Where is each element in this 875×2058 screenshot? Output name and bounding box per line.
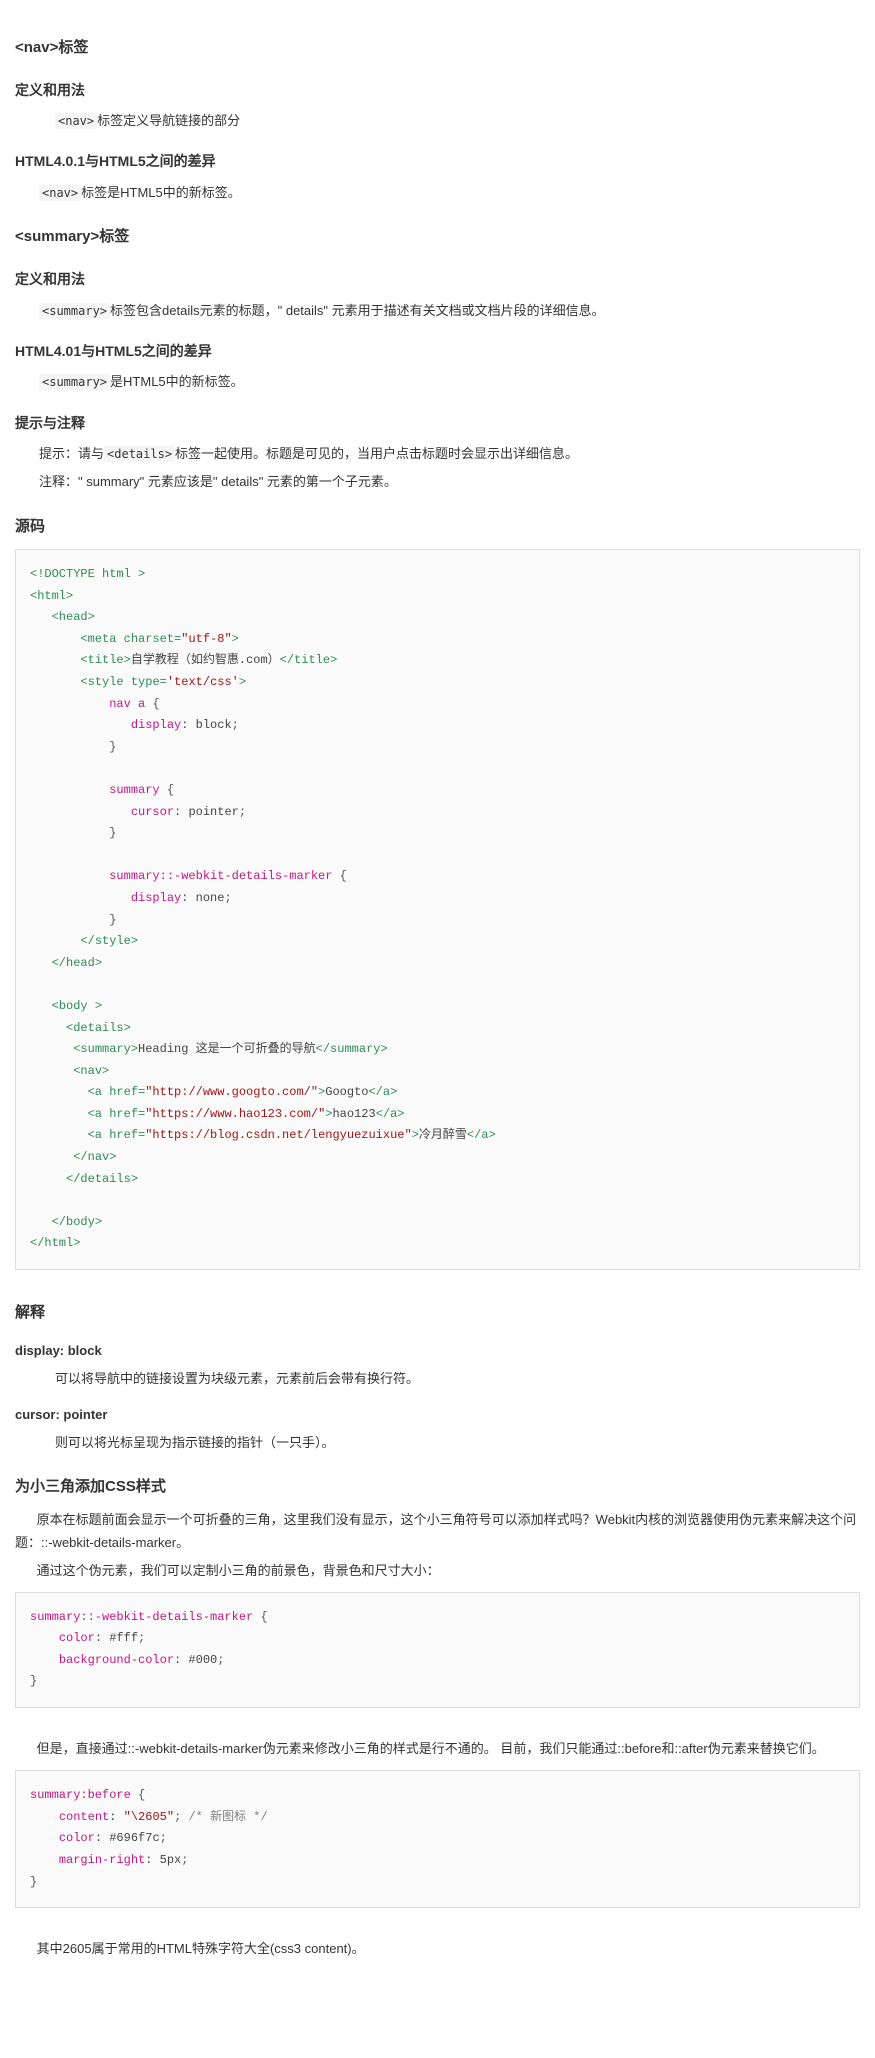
nav-diff-body: 标签是HTML5中的新标签。 [81, 185, 241, 200]
css-end: 其中2605属于常用的HTML特殊字符大全(css3 content)。 [15, 1938, 860, 1960]
nav-tag-title: <nav>标签 [15, 35, 860, 61]
details-tag-inline: <details> [104, 446, 175, 462]
nav-def-body: 标签定义导航链接的部分 [97, 113, 240, 128]
nav-tag-inline2: <nav> [39, 185, 81, 201]
summary-def-body: 标签包含details元素的标题，" details" 元素用于描述有关文档或文… [110, 303, 605, 318]
css-code-block-1: summary::-webkit-details-marker { color:… [15, 1592, 860, 1708]
css-p2: 通过这个伪元素，我们可以定制小三角的前景色，背景色和尺寸大小： [15, 1560, 860, 1582]
summary-tag-inline2: <summary> [39, 374, 110, 390]
source-code-block: <!DOCTYPE html > <html> <head> <meta cha… [15, 549, 860, 1270]
nav-diff-text: <nav>标签是HTML5中的新标签。 [39, 182, 860, 204]
explain-title: 解释 [15, 1300, 860, 1326]
summary-tag-title: <summary>标签 [15, 224, 860, 250]
summary-note-text: 注释：" summary" 元素应该是" details" 元素的第一个子元素。 [39, 471, 860, 493]
cursor-pointer-heading: cursor: pointer [15, 1404, 860, 1426]
display-block-text: 可以将导航中的链接设置为块级元素，元素前后会带有换行符。 [55, 1368, 860, 1390]
display-block-heading: display: block [15, 1340, 860, 1362]
summary-def-heading: 定义和用法 [15, 268, 860, 292]
nav-tag-inline: <nav> [55, 113, 97, 129]
source-title: 源码 [15, 514, 860, 540]
summary-diff-body: 是HTML5中的新标签。 [110, 374, 244, 389]
nav-diff-heading: HTML4.0.1与HTML5之间的差异 [15, 150, 860, 174]
summary-diff-text: <summary>是HTML5中的新标签。 [39, 371, 860, 393]
summary-def-text: <summary>标签包含details元素的标题，" details" 元素用… [39, 300, 860, 322]
summary-tip-heading: 提示与注释 [15, 412, 860, 436]
summary-diff-heading: HTML4.01与HTML5之间的差异 [15, 340, 860, 364]
css-mid: 但是，直接通过::-webkit-details-marker伪元素来修改小三角… [15, 1738, 860, 1760]
tip-label: 提示：请与 [39, 446, 104, 461]
summary-tag-inline: <summary> [39, 303, 110, 319]
css-p1: 原本在标题前面会显示一个可折叠的三角，这里我们没有显示，这个小三角符号可以添加样… [15, 1509, 860, 1553]
tip-after: 标签一起使用。标题是可见的，当用户点击标题时会显示出详细信息。 [175, 446, 578, 461]
nav-def-text: <nav>标签定义导航链接的部分 [55, 110, 860, 132]
nav-def-heading: 定义和用法 [15, 79, 860, 103]
css-code-block-2: summary:before { content: "\2605"; /* 新图… [15, 1770, 860, 1908]
cursor-pointer-text: 则可以将光标呈现为指示链接的指针（一只手）。 [55, 1432, 860, 1454]
summary-tip-text: 提示：请与<details>标签一起使用。标题是可见的，当用户点击标题时会显示出… [39, 443, 860, 465]
css-triangle-title: 为小三角添加CSS样式 [15, 1474, 860, 1500]
